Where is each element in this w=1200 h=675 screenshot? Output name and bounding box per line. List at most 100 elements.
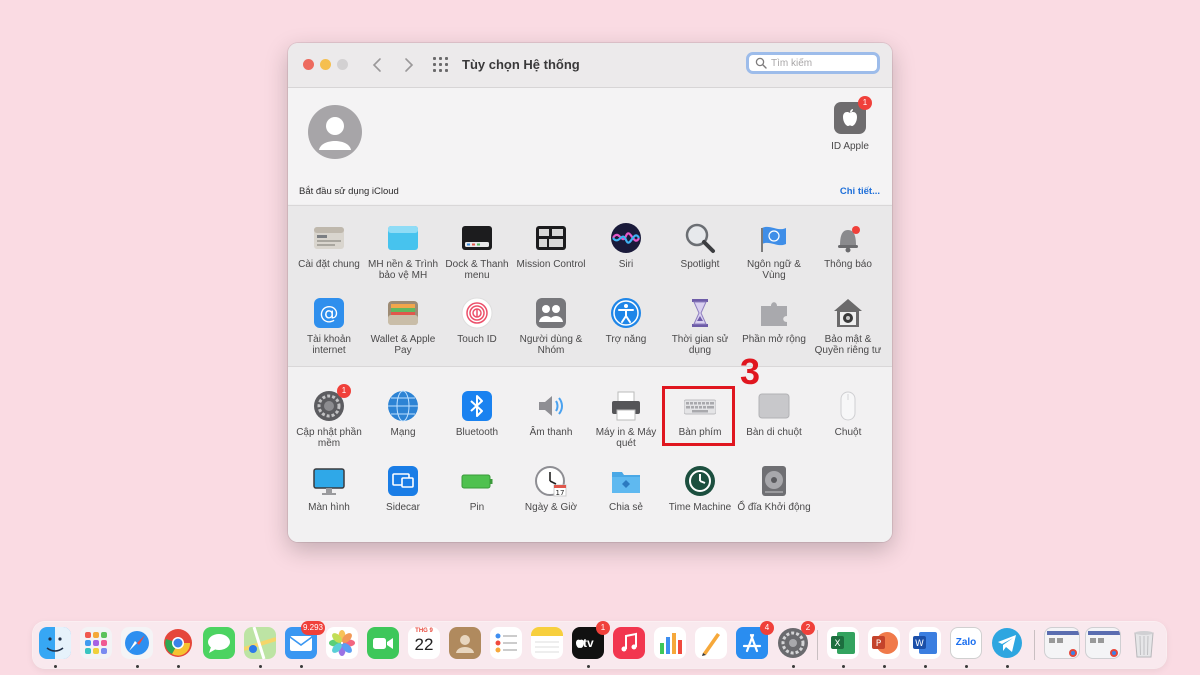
- internet-accounts-icon: @: [313, 297, 345, 329]
- running-indicator: [136, 665, 139, 668]
- system-preferences-icon: 2: [777, 621, 815, 659]
- displays-icon: [313, 465, 345, 497]
- users-groups-icon: [535, 297, 567, 329]
- dock-numbers[interactable]: [654, 627, 688, 661]
- apple-id-badge: 1: [858, 96, 872, 110]
- pref-touch-id[interactable]: Touch ID: [439, 297, 515, 345]
- dock-excel[interactable]: X: [827, 627, 861, 668]
- running-indicator: [1006, 665, 1009, 668]
- messages-icon: [203, 627, 235, 659]
- pref-label: Mạng: [390, 427, 416, 438]
- pref-printers-scanners[interactable]: Máy in & Máy quét: [588, 390, 664, 449]
- search-field[interactable]: [746, 52, 880, 74]
- dock-separator: [817, 630, 818, 660]
- minimize-button[interactable]: [320, 59, 331, 70]
- show-all-grid-icon[interactable]: [433, 57, 449, 73]
- running-indicator: [587, 665, 590, 668]
- facetime-icon: [367, 627, 399, 659]
- dock-system-preferences[interactable]: 2: [777, 621, 815, 668]
- dock-finder[interactable]: [39, 627, 73, 668]
- forward-arrow-icon[interactable]: [398, 53, 418, 77]
- pref-network[interactable]: Mạng: [365, 390, 441, 438]
- pref-extensions[interactable]: Phần mở rộng: [736, 297, 812, 345]
- dock-photos[interactable]: [326, 627, 360, 661]
- pref-screen-time[interactable]: Thời gian sử dụng: [662, 297, 738, 356]
- pref-sharing[interactable]: Chia sẻ: [588, 465, 664, 513]
- pref-label: Dock & Thanh menu: [445, 259, 509, 281]
- dock-maps[interactable]: [244, 627, 278, 668]
- dock-word[interactable]: W: [909, 627, 943, 668]
- dock-calendar[interactable]: THG 9 22: [408, 627, 442, 661]
- apple-id-button[interactable]: 1 ID Apple: [820, 96, 880, 152]
- keyboard-highlight-box: [662, 386, 735, 446]
- finder-icon: [39, 627, 71, 659]
- back-arrow-icon[interactable]: [368, 53, 388, 77]
- pref-desktop-screensaver[interactable]: MH nền & Trình bảo vệ MH: [365, 222, 441, 281]
- pref-label: Time Machine: [668, 502, 732, 513]
- pref-dock[interactable]: Dock & Thanh menu: [439, 222, 515, 281]
- details-link[interactable]: Chi tiết...: [840, 186, 880, 197]
- dock-powerpoint[interactable]: P: [868, 627, 902, 668]
- pref-language-region[interactable]: Ngôn ngữ & Vùng: [736, 222, 812, 281]
- pref-general[interactable]: Cài đặt chung: [291, 222, 367, 270]
- running-indicator: [965, 665, 968, 668]
- screen-time-icon: [684, 297, 716, 329]
- pref-battery[interactable]: Pin: [439, 465, 515, 513]
- pref-bluetooth[interactable]: Bluetooth: [439, 390, 515, 438]
- pref-startup-disk[interactable]: Ổ đĩa Khởi động: [736, 465, 812, 513]
- search-input[interactable]: [771, 56, 871, 70]
- dock-zalo[interactable]: Zalo: [950, 627, 984, 668]
- dock-notes[interactable]: [531, 627, 565, 661]
- user-avatar[interactable]: [308, 105, 362, 159]
- pref-displays[interactable]: Màn hình: [291, 465, 367, 513]
- dock-window-thumbnail-1[interactable]: [1044, 627, 1080, 661]
- pref-label: Chia sẻ: [609, 502, 643, 513]
- pref-time-machine[interactable]: Time Machine: [662, 465, 738, 513]
- dock-messages[interactable]: [203, 627, 237, 661]
- pref-sound[interactable]: Âm thanh: [513, 390, 589, 438]
- pref-label: Pin: [469, 502, 485, 513]
- pref-label: Sidecar: [386, 502, 420, 513]
- zoom-button[interactable]: [337, 59, 348, 70]
- dock-apple-tv[interactable]: tv 1: [572, 621, 610, 668]
- pref-security-privacy[interactable]: Bảo mật & Quyền riêng tư: [810, 297, 886, 356]
- pref-users-groups[interactable]: Người dùng & Nhóm: [513, 297, 589, 356]
- close-button[interactable]: [303, 59, 314, 70]
- pref-internet-accounts[interactable]: @ Tài khoản internet: [291, 297, 367, 356]
- pref-software-update[interactable]: 1 Cập nhật phần mềm: [291, 384, 367, 449]
- pref-wallet[interactable]: Wallet & Apple Pay: [365, 297, 441, 356]
- mail-badge: 9.293: [300, 621, 325, 635]
- running-indicator: [792, 665, 795, 668]
- dock-mail[interactable]: 9.293: [285, 621, 325, 668]
- mission-control-icon: [535, 222, 567, 254]
- pref-label: Wallet & Apple Pay: [370, 334, 436, 356]
- dock-telegram[interactable]: [991, 627, 1025, 668]
- dock-trash[interactable]: [1128, 627, 1162, 661]
- photos-icon: [326, 627, 358, 659]
- pref-mission-control[interactable]: Mission Control: [513, 222, 589, 270]
- pref-siri[interactable]: Siri: [588, 222, 664, 270]
- dock-app-store[interactable]: 4: [736, 621, 774, 661]
- dock-contacts[interactable]: [449, 627, 483, 661]
- dock-music[interactable]: [613, 627, 647, 661]
- dock-chrome[interactable]: [162, 627, 196, 668]
- pref-spotlight[interactable]: Spotlight: [662, 222, 738, 270]
- dock-pages[interactable]: [695, 627, 729, 661]
- zalo-icon: Zalo: [950, 627, 982, 659]
- pref-notifications[interactable]: Thông báo: [810, 222, 886, 270]
- wallet-icon: [387, 297, 419, 329]
- pref-date-time[interactable]: 17 Ngày & Giờ: [513, 465, 589, 513]
- pref-accessibility[interactable]: Trợ năng: [588, 297, 664, 345]
- pref-mouse[interactable]: Chuột: [810, 390, 886, 438]
- dock-launchpad[interactable]: [80, 627, 114, 661]
- dock-safari[interactable]: [121, 627, 155, 668]
- pref-sidecar[interactable]: Sidecar: [365, 465, 441, 513]
- excel-icon: X: [827, 627, 859, 659]
- dock-reminders[interactable]: [490, 627, 524, 661]
- update-badge: 1: [337, 384, 351, 398]
- calendar-month: THG 9: [415, 628, 433, 634]
- tv-badge: 1: [596, 621, 610, 635]
- pref-trackpad[interactable]: Bàn di chuột: [736, 390, 812, 438]
- dock-facetime[interactable]: [367, 627, 401, 661]
- dock-window-thumbnail-2[interactable]: [1085, 627, 1121, 661]
